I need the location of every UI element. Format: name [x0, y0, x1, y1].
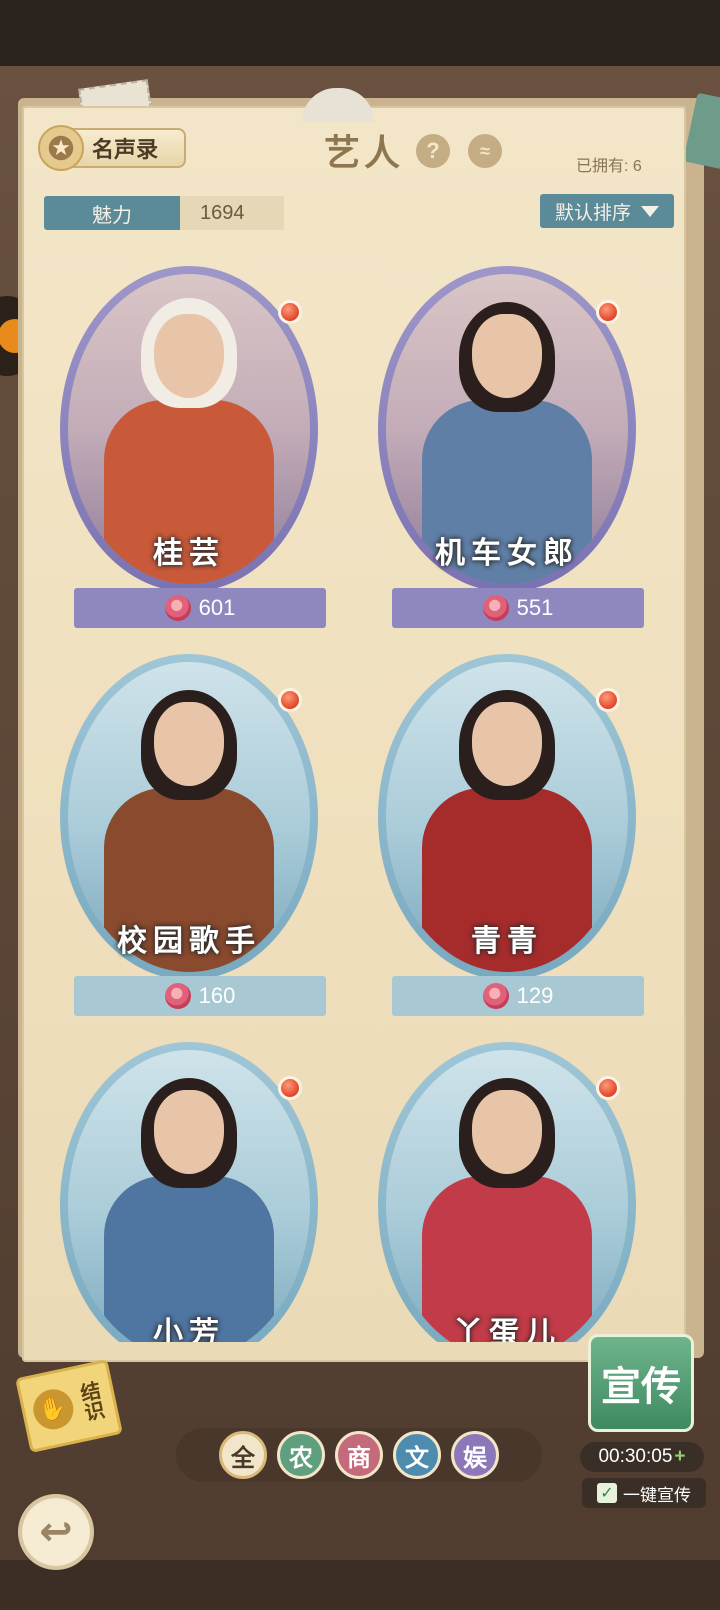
new-indicator-dot	[278, 1076, 302, 1100]
rose-value: 551	[516, 595, 554, 620]
artist-card[interactable]: 小芳	[60, 1042, 318, 1342]
sort-dropdown[interactable]: 默认排序	[540, 194, 674, 228]
acquaint-label: 结识	[75, 1379, 105, 1424]
status-bar	[0, 0, 720, 66]
new-indicator-dot	[278, 688, 302, 712]
artist-portrait	[386, 1050, 628, 1342]
category-filter-bar: 全 农 商 文 娱	[176, 1428, 542, 1482]
artist-rose-count: 129	[392, 976, 644, 1016]
rose-icon	[482, 595, 509, 621]
artist-card[interactable]: 青青	[378, 654, 636, 994]
artist-name: 青青	[471, 924, 543, 959]
filter-business[interactable]: 商	[335, 1431, 383, 1479]
filter-all[interactable]: 全	[219, 1431, 267, 1479]
promote-timer[interactable]: 00:30:05 +	[580, 1442, 704, 1472]
wood-bottom-strip	[0, 1560, 720, 1610]
artist-name: 机车女郎	[435, 536, 579, 571]
charm-value: 1694	[180, 196, 284, 230]
charm-stat: 魅力 1694	[44, 196, 284, 230]
help-icon[interactable]: ?	[416, 134, 450, 168]
rose-value: 160	[198, 983, 236, 1008]
fame-record-label: 名声录	[92, 137, 159, 162]
artist-name: 桂芸	[153, 536, 225, 571]
handshake-icon: ✋	[29, 1385, 77, 1434]
page-title: 艺人	[324, 132, 405, 174]
artist-card[interactable]: 机车女郎	[378, 266, 636, 606]
checkbox-icon[interactable]: ✓	[597, 1483, 617, 1503]
filter-culture[interactable]: 文	[393, 1431, 441, 1479]
auto-promote-toggle[interactable]: ✓ 一键宣传	[582, 1478, 706, 1508]
new-indicator-dot	[596, 300, 620, 324]
artist-card[interactable]: 桂芸	[60, 266, 318, 606]
rose-icon	[164, 595, 191, 621]
timer-value: 00:30:05	[598, 1446, 673, 1467]
rose-icon	[164, 983, 191, 1009]
artist-card[interactable]: 校园歌手	[60, 654, 318, 994]
filter-agriculture[interactable]: 农	[277, 1431, 325, 1479]
new-indicator-dot	[596, 688, 620, 712]
artist-rose-count: 601	[74, 588, 326, 628]
sort-arrow-icon	[641, 205, 659, 217]
artist-portrait	[68, 1050, 310, 1342]
promote-button[interactable]: 宣传	[588, 1334, 694, 1432]
collapse-icon[interactable]: ≈	[468, 134, 502, 168]
artist-name: 小芳	[153, 1316, 225, 1342]
new-indicator-dot	[596, 1076, 620, 1100]
back-arrow-icon[interactable]: ↩	[18, 1494, 94, 1570]
fame-record-button[interactable]: ★ 名声录	[38, 125, 186, 171]
owned-count: 已拥有: 6	[576, 158, 642, 175]
rose-icon	[482, 983, 509, 1009]
artist-rose-count: 551	[392, 588, 644, 628]
add-time-icon[interactable]: +	[674, 1446, 685, 1468]
filter-entertainment[interactable]: 娱	[451, 1431, 499, 1479]
new-indicator-dot	[278, 300, 302, 324]
star-badge-icon: ★	[38, 125, 84, 171]
artist-rose-count: 160	[74, 976, 326, 1016]
charm-label: 魅力	[44, 196, 180, 230]
artist-name: 校园歌手	[117, 924, 261, 959]
sort-label: 默认排序	[554, 202, 631, 224]
artist-card[interactable]: 丫蛋儿	[378, 1042, 636, 1342]
auto-promote-label: 一键宣传	[623, 1485, 691, 1505]
rose-value: 129	[516, 983, 554, 1008]
rose-value: 601	[198, 595, 236, 620]
